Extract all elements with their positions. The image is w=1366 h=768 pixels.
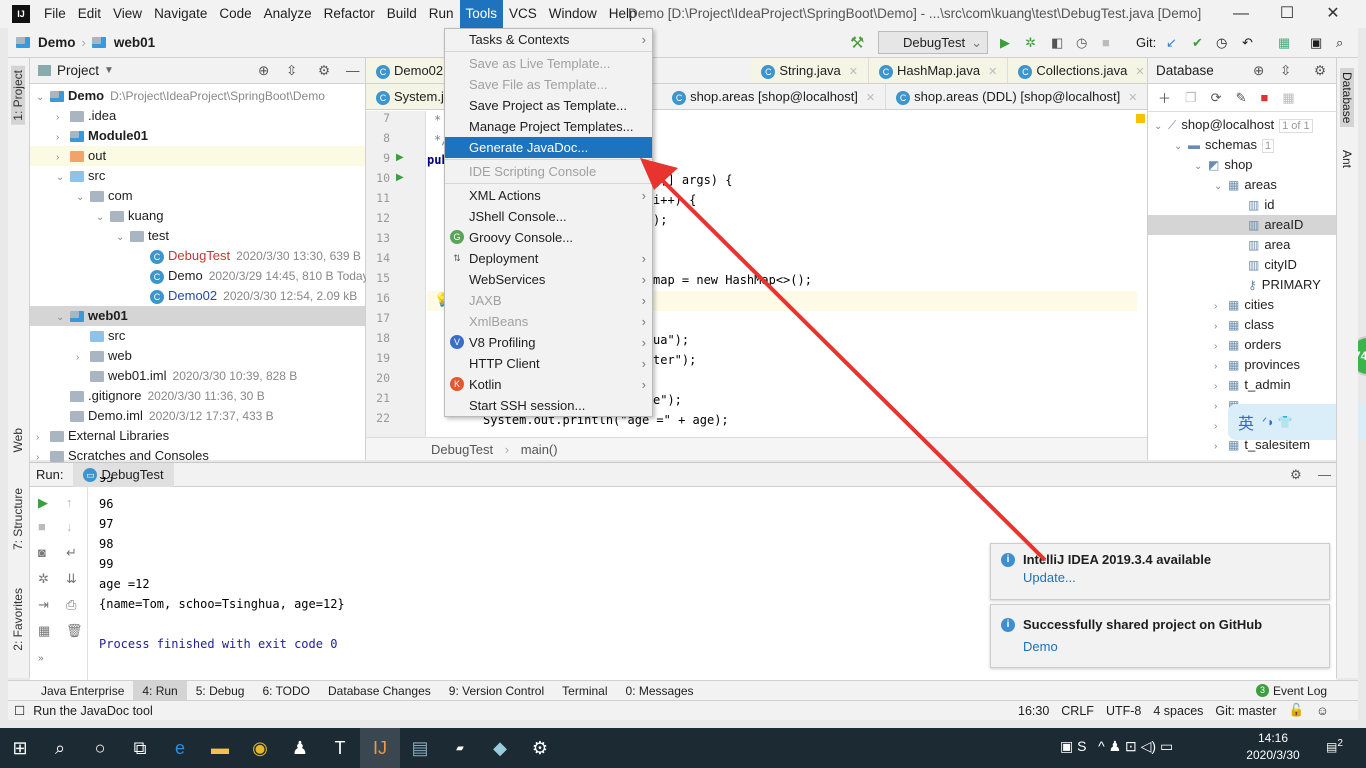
arrow-shaft — [660, 178, 1047, 562]
red-arrow-annotation — [640, 158, 1047, 562]
arrow-head — [640, 158, 678, 190]
